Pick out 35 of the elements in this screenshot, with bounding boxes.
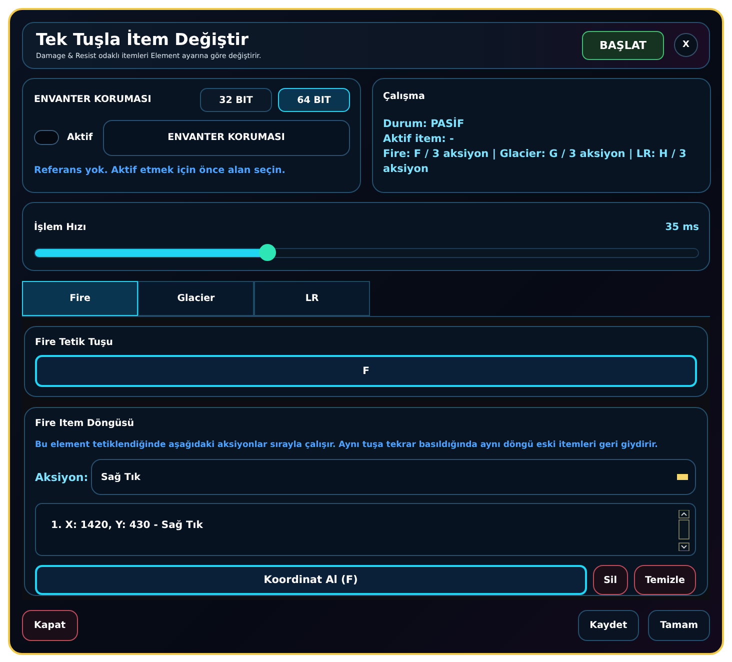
trigger-title: Fire Tetik Tuşu — [35, 337, 114, 348]
active-toggle[interactable] — [34, 130, 59, 146]
slider-thumb[interactable] — [259, 244, 276, 262]
element-tab[interactable]: Fire — [22, 281, 138, 316]
cycle-description: Bu element tetiklendiğinde aşağıdaki aksiyonlar sırayla çalışır. Aynı tuşa tekrar basıldığında aynı döngü eski itemleri geri giydirir. — [35, 440, 659, 450]
bit-option[interactable]: 32 BIT — [200, 88, 272, 112]
dropdown-marker-icon — [677, 474, 688, 480]
protection-title: ENVANTER KORUMASI — [34, 94, 152, 106]
action-label: Aksiyon: — [35, 470, 90, 484]
status-line: Durum: PASİF — [383, 116, 466, 132]
protection-hint: Referans yok. Aktif etmek için önce alan seçin. — [34, 164, 286, 176]
scrollbar[interactable] — [678, 510, 690, 551]
speed-label: İşlem Hızı — [34, 222, 86, 233]
trigger-key-button[interactable]: F — [35, 355, 697, 387]
cycle-title: Fire Item Döngüsü — [35, 418, 136, 429]
close-button[interactable]: X — [674, 33, 698, 58]
element-tab[interactable]: LR — [254, 281, 370, 316]
delete-button[interactable]: Sil — [592, 565, 628, 595]
status-line: Fire: F / 3 aksiyon | Glacier: G / 3 aksiyon | LR: H / 3 aksiyon — [383, 146, 688, 177]
step-item[interactable]: 1. X: 1420, Y: 430 - Sağ Tık — [51, 520, 678, 531]
speed-reading: 35 ms — [665, 222, 699, 233]
ok-button[interactable]: Tamam — [648, 610, 710, 641]
capture-button[interactable]: Koordinat Al (F) — [35, 565, 587, 595]
action-dropdown[interactable]: Sağ Tık — [91, 459, 696, 495]
dialog-title: Tek Tuşla İtem Değiştir — [36, 30, 250, 50]
status-line: Aktif item: - — [383, 132, 455, 147]
protection-button[interactable]: ENVANTER KORUMASI — [102, 120, 350, 156]
toggle-label: Aktif — [67, 132, 93, 144]
clear-button[interactable]: Temizle — [634, 565, 696, 595]
status-title: Çalışma — [383, 90, 426, 102]
close-dialog-button[interactable]: Kapat — [22, 610, 78, 641]
start-button[interactable]: BAŞLAT — [582, 30, 664, 60]
element-tab[interactable]: Glacier — [138, 281, 254, 316]
bit-option[interactable]: 64 BIT — [278, 88, 350, 112]
save-button[interactable]: Kaydet — [578, 610, 640, 641]
